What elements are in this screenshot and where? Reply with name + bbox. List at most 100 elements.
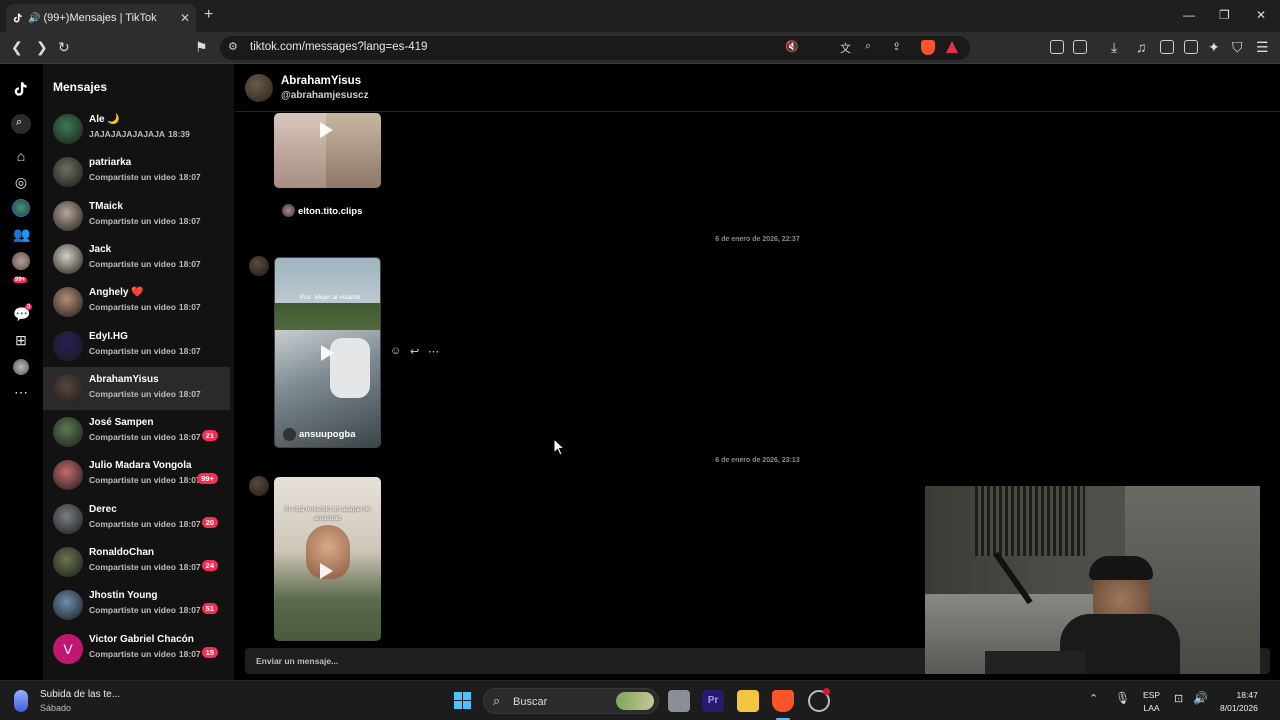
brave-rewards-icon[interactable] [946, 41, 958, 53]
conversation-avatar [53, 287, 83, 318]
translate-icon[interactable]: 文 [840, 40, 851, 56]
download-icon[interactable]: ⤓ [1111, 39, 1117, 56]
unread-badge: 21 [201, 430, 218, 442]
conversation-item[interactable]: Ale 🌙 JAJAJAJAJAJAJA 18:39 [43, 107, 230, 150]
unread-badge: 15 [201, 646, 218, 658]
menu-icon[interactable]: ☰ [1256, 39, 1269, 56]
reload-button[interactable]: ↻ [58, 39, 70, 56]
chat-avatar[interactable] [245, 74, 273, 102]
shared-video-card[interactable]: Si está teniendo un ataque de ansiedad [274, 477, 381, 641]
conversation-name: Victor Gabriel Chacón [89, 633, 194, 645]
shared-video-card[interactable]: Pov: Mujer al volante ansuupogba [274, 257, 381, 448]
new-tab-button[interactable]: + [204, 6, 213, 24]
tiktok-logo-icon[interactable] [12, 80, 30, 98]
back-button[interactable]: ❮ [11, 39, 23, 56]
extensions-icon[interactable] [1050, 40, 1064, 54]
vpn-shield-icon[interactable]: ⛉ [1232, 39, 1243, 56]
home-icon[interactable]: ⌂ [13, 148, 29, 164]
reply-icon[interactable]: ↩ [410, 345, 419, 358]
react-icon[interactable]: ☺ [390, 345, 401, 357]
conversation-item[interactable]: Julio Madara Vongola Compartiste un video… [43, 453, 230, 496]
notification-dot [823, 688, 830, 695]
search-icon: ⌕ [493, 693, 501, 708]
clock[interactable]: 18:47 8/01/2026 [1220, 689, 1258, 715]
shared-video-card[interactable] [274, 113, 381, 188]
conversation-item[interactable]: TMaick Compartiste un video 18:07 [43, 194, 230, 237]
share-icon[interactable]: ⇪ [892, 40, 901, 53]
volume-icon[interactable]: 🔊 [1193, 691, 1208, 705]
conversation-preview-text: Compartiste un video [89, 605, 176, 616]
conversation-preview: JAJAJAJAJAJAJA 18:39 [89, 129, 190, 139]
leo-ai-icon[interactable]: ✦ [1208, 39, 1220, 56]
conversation-item[interactable]: V Victor Gabriel Chacón Compartiste un vid… [43, 627, 230, 670]
window-close-button[interactable]: ✕ [1256, 8, 1266, 22]
explore-icon[interactable]: ◎ [13, 174, 29, 190]
profile-avatar-icon[interactable] [13, 359, 29, 375]
more-icon[interactable]: ⋯ [13, 384, 29, 400]
video-thumbnail [326, 113, 381, 188]
conversation-preview-text: Compartiste un video [89, 432, 176, 443]
conversation-item[interactable]: EdyI.HG Compartiste un video 18:07 [43, 324, 230, 367]
tiktok-nav-rail: ⌕ ⌂ ◎ 👥 99+ 💬 3 ⊞ ⋯ [0, 64, 43, 680]
video-overlay-text: Pov: Mujer al volante [299, 294, 361, 301]
upload-icon[interactable]: ⊞ [13, 332, 29, 348]
browser-tab[interactable]: 🔊 (99+)Mensajes | TikTok ✕ [6, 4, 196, 32]
brave-shield-icon[interactable] [921, 40, 935, 55]
mute-icon[interactable]: 🔇 [785, 40, 799, 53]
notification-title[interactable]: Subida de las te... [40, 689, 120, 700]
media-icon[interactable]: ♫ [1136, 39, 1147, 55]
tray-overflow-icon[interactable]: ⌃ [1089, 692, 1098, 705]
search-highlight-image [616, 692, 654, 710]
conversation-list-title: Mensajes [53, 80, 108, 94]
play-icon[interactable] [320, 122, 333, 138]
conversation-preview-text: Compartiste un video [89, 648, 176, 659]
bookmark-icon[interactable]: ⚑ [195, 39, 208, 56]
search-icon[interactable]: ⌕ [11, 114, 31, 134]
zoom-icon[interactable]: ⌕ [865, 40, 871, 53]
tab-search-icon[interactable] [1073, 40, 1087, 54]
taskbar-search[interactable]: ⌕ Buscar [483, 688, 659, 714]
conversation-name: Derec [89, 503, 117, 515]
play-icon[interactable] [321, 345, 334, 361]
brave-browser-icon[interactable] [772, 690, 794, 712]
conversation-item[interactable]: AbrahamYisus Compartiste un video 18:07 [43, 366, 230, 410]
conversation-item[interactable]: RonaldoChan Compartiste un video 18:07 24 [43, 540, 230, 583]
conversation-preview-text: Compartiste un video [89, 345, 176, 356]
language-indicator[interactable]: ESP LAA [1143, 689, 1160, 715]
friends-icon[interactable]: 👥 [13, 226, 30, 242]
sidebar-icon[interactable] [1160, 40, 1174, 54]
network-icon[interactable]: ⊡ [1174, 692, 1183, 705]
task-view-icon[interactable] [668, 690, 690, 712]
play-icon[interactable] [320, 563, 333, 579]
conversation-preview: Compartiste un video 18:07 [89, 302, 201, 312]
more-options-icon[interactable]: ⋯ [428, 345, 439, 358]
chat-header: AbrahamYisus @abrahamjesuscz [235, 64, 1280, 112]
unread-badge: 51 [201, 603, 218, 615]
file-explorer-icon[interactable] [737, 690, 759, 712]
conversation-item[interactable]: Jack Compartiste un video 18:07 [43, 237, 230, 280]
conversation-item[interactable]: patriarka Compartiste un video 18:07 [43, 150, 230, 193]
conversation-item[interactable]: Derec Compartiste un video 18:07 20 [43, 497, 230, 540]
conversation-name: Anghely ❤️ [89, 287, 144, 299]
conversation-preview: Compartiste un video 18:07 [89, 432, 201, 442]
following-avatar-icon[interactable] [12, 199, 30, 217]
maximize-button[interactable]: ❐ [1219, 8, 1230, 22]
minimize-button[interactable]: — [1183, 8, 1195, 22]
microphone-icon[interactable]: 🎙 [1115, 691, 1130, 705]
tab-close-icon[interactable]: ✕ [180, 11, 190, 25]
notification-app-icon[interactable] [14, 690, 28, 712]
speaker-icon[interactable]: 🔊 [28, 13, 40, 24]
chat-name[interactable]: AbrahamYisus [281, 75, 361, 87]
address-bar[interactable]: ⚙ tiktok.com/messages?lang=es-419 🔇 文 ⌕ … [220, 36, 970, 60]
live-icon[interactable] [12, 252, 30, 270]
windows-start-icon[interactable] [452, 690, 474, 712]
conversation-item[interactable]: Anghely ❤️ Compartiste un video 18:07 [43, 280, 230, 323]
premiere-pro-icon[interactable]: Pr [702, 690, 724, 712]
conversation-item[interactable]: José Sampen Compartiste un video 18:07 21 [43, 410, 230, 453]
wallet-icon[interactable] [1184, 40, 1198, 54]
site-info-icon[interactable]: ⚙ [228, 40, 238, 53]
sender-avatar [249, 476, 269, 496]
conversation-item[interactable]: Jhostin Young Compartiste un video 18:07 51 [43, 583, 230, 626]
forward-button[interactable]: ❯ [36, 39, 48, 56]
video-author-row[interactable]: elton.tito.clips [274, 194, 381, 227]
